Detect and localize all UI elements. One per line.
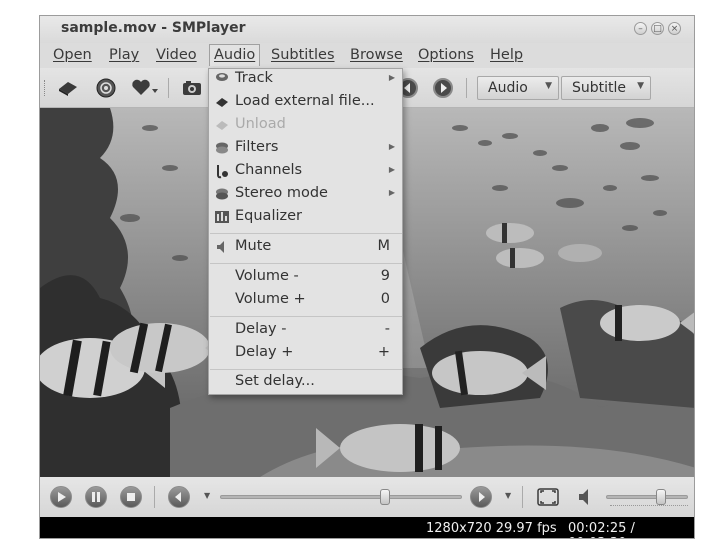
screenshot-icon[interactable]: [181, 77, 203, 99]
seek-slider-handle[interactable]: [379, 489, 390, 505]
menu-item-label: Channels: [235, 162, 303, 178]
volume-ticks: [610, 505, 688, 509]
menu-item-volume-up[interactable]: Volume + 0: [209, 290, 402, 313]
smplayer-window: sample.mov - SMPlayer – □ × Open Play Vi…: [39, 15, 695, 539]
equalizer-icon: [214, 209, 230, 225]
menu-item-shortcut: 9: [380, 268, 390, 284]
menu-item-label: Unload: [235, 116, 286, 132]
control-separator: [154, 486, 155, 508]
submenu-arrow-icon: ▶: [388, 142, 395, 151]
menu-item-delay-up[interactable]: Delay + +: [209, 343, 402, 366]
status-bar: 1280x720 29.97 fps 00:02:25 / 00:03:30: [40, 517, 694, 538]
menu-bar: Open Play Video Audio Subtitles Browse O…: [40, 43, 694, 68]
menu-item-filters[interactable]: Filters ▶: [209, 138, 402, 161]
track-icon: [214, 71, 230, 87]
menu-item-label: Filters: [235, 139, 279, 155]
submenu-arrow-icon: ▶: [388, 165, 395, 174]
menu-video[interactable]: Video: [156, 47, 197, 63]
control-bar: ▼ ▼: [40, 477, 694, 517]
open-url-icon[interactable]: [95, 77, 117, 99]
menu-subtitles[interactable]: Subtitles: [271, 47, 335, 63]
seek-slider[interactable]: [220, 495, 462, 499]
menu-item-label: Track: [235, 70, 273, 86]
menu-play[interactable]: Play: [109, 47, 139, 63]
menu-item-label: Stereo mode: [235, 185, 328, 201]
unload-icon: [214, 117, 230, 133]
volume-icon[interactable]: [576, 486, 594, 508]
pause-icon[interactable]: [85, 486, 107, 508]
play-icon[interactable]: [50, 486, 72, 508]
chevron-down-icon[interactable]: ▼: [505, 491, 511, 500]
audio-combo-label: Audio: [488, 80, 528, 96]
chevron-down-icon: ▼: [545, 81, 552, 91]
menu-open[interactable]: Open: [53, 47, 92, 63]
submenu-arrow-icon: ▶: [388, 73, 395, 82]
audio-menu-dropdown: Track ▶ Load external file... Unload Fil…: [208, 68, 403, 395]
toolbar-separator: [466, 78, 467, 98]
chevron-down-icon[interactable]: ▼: [204, 491, 210, 500]
next-icon[interactable]: [433, 78, 453, 98]
menu-item-label: Delay -: [235, 321, 287, 337]
window-title: sample.mov - SMPlayer: [61, 20, 246, 36]
menu-item-unload: Unload: [209, 115, 402, 138]
menu-item-channels[interactable]: Channels ▶: [209, 161, 402, 184]
menu-item-track[interactable]: Track ▶: [209, 69, 402, 92]
menu-item-shortcut: +: [377, 344, 390, 360]
menu-separator: [210, 263, 402, 264]
menu-options[interactable]: Options: [418, 47, 474, 63]
load-file-icon: [214, 94, 230, 110]
time-display: 00:02:25 / 00:03:30: [568, 521, 635, 538]
favorites-icon[interactable]: [130, 77, 160, 99]
menu-item-label: Volume +: [235, 291, 306, 307]
chevron-down-icon: ▼: [637, 81, 644, 91]
menu-item-set-delay[interactable]: Set delay...: [209, 372, 402, 395]
rewind-icon[interactable]: [168, 486, 190, 508]
toolbar-separator: [168, 78, 169, 98]
menu-item-shortcut: -: [384, 321, 390, 337]
title-bar[interactable]: sample.mov - SMPlayer – □ ×: [40, 16, 694, 43]
menu-item-load-external-file[interactable]: Load external file...: [209, 92, 402, 115]
forward-icon[interactable]: [470, 486, 492, 508]
open-file-icon[interactable]: [57, 77, 79, 99]
menu-item-label: Load external file...: [235, 93, 375, 109]
resolution-fps: 1280x720 29.97 fps: [426, 521, 557, 536]
menu-item-volume-down[interactable]: Volume - 9: [209, 267, 402, 290]
mute-icon: [214, 239, 230, 255]
audio-track-combo[interactable]: Audio ▼: [477, 76, 559, 100]
menu-separator: [210, 369, 402, 370]
close-icon[interactable]: ×: [668, 22, 681, 35]
minimize-icon[interactable]: –: [634, 22, 647, 35]
menu-item-label: Equalizer: [235, 208, 302, 224]
control-separator: [522, 486, 523, 508]
menu-browse[interactable]: Browse: [350, 47, 403, 63]
menu-help[interactable]: Help: [490, 47, 523, 63]
menu-item-label: Volume -: [235, 268, 299, 284]
subtitle-track-combo[interactable]: Subtitle ▼: [561, 76, 651, 100]
channels-icon: [214, 163, 230, 179]
menu-item-stereo-mode[interactable]: Stereo mode ▶: [209, 184, 402, 207]
menu-separator: [210, 233, 402, 234]
stereo-icon: [214, 186, 230, 202]
subtitle-combo-label: Subtitle: [572, 80, 627, 96]
filters-icon: [214, 140, 230, 156]
stop-icon[interactable]: [120, 486, 142, 508]
menu-item-shortcut: 0: [380, 291, 390, 307]
toolbar-grip[interactable]: [44, 80, 48, 96]
menu-item-label: Mute: [235, 238, 272, 254]
menu-item-equalizer[interactable]: Equalizer: [209, 207, 402, 230]
menu-separator: [210, 316, 402, 317]
menu-item-delay-down[interactable]: Delay - -: [209, 320, 402, 343]
menu-item-shortcut: M: [377, 238, 390, 254]
volume-slider-handle[interactable]: [655, 489, 666, 505]
maximize-icon[interactable]: □: [651, 22, 664, 35]
menu-item-label: Set delay...: [235, 373, 315, 389]
submenu-arrow-icon: ▶: [388, 188, 395, 197]
fullscreen-icon[interactable]: [536, 486, 560, 508]
menu-audio[interactable]: Audio: [209, 44, 261, 66]
menu-item-label: Delay +: [235, 344, 294, 360]
menu-item-mute[interactable]: Mute M: [209, 237, 402, 260]
volume-slider[interactable]: [606, 495, 688, 499]
